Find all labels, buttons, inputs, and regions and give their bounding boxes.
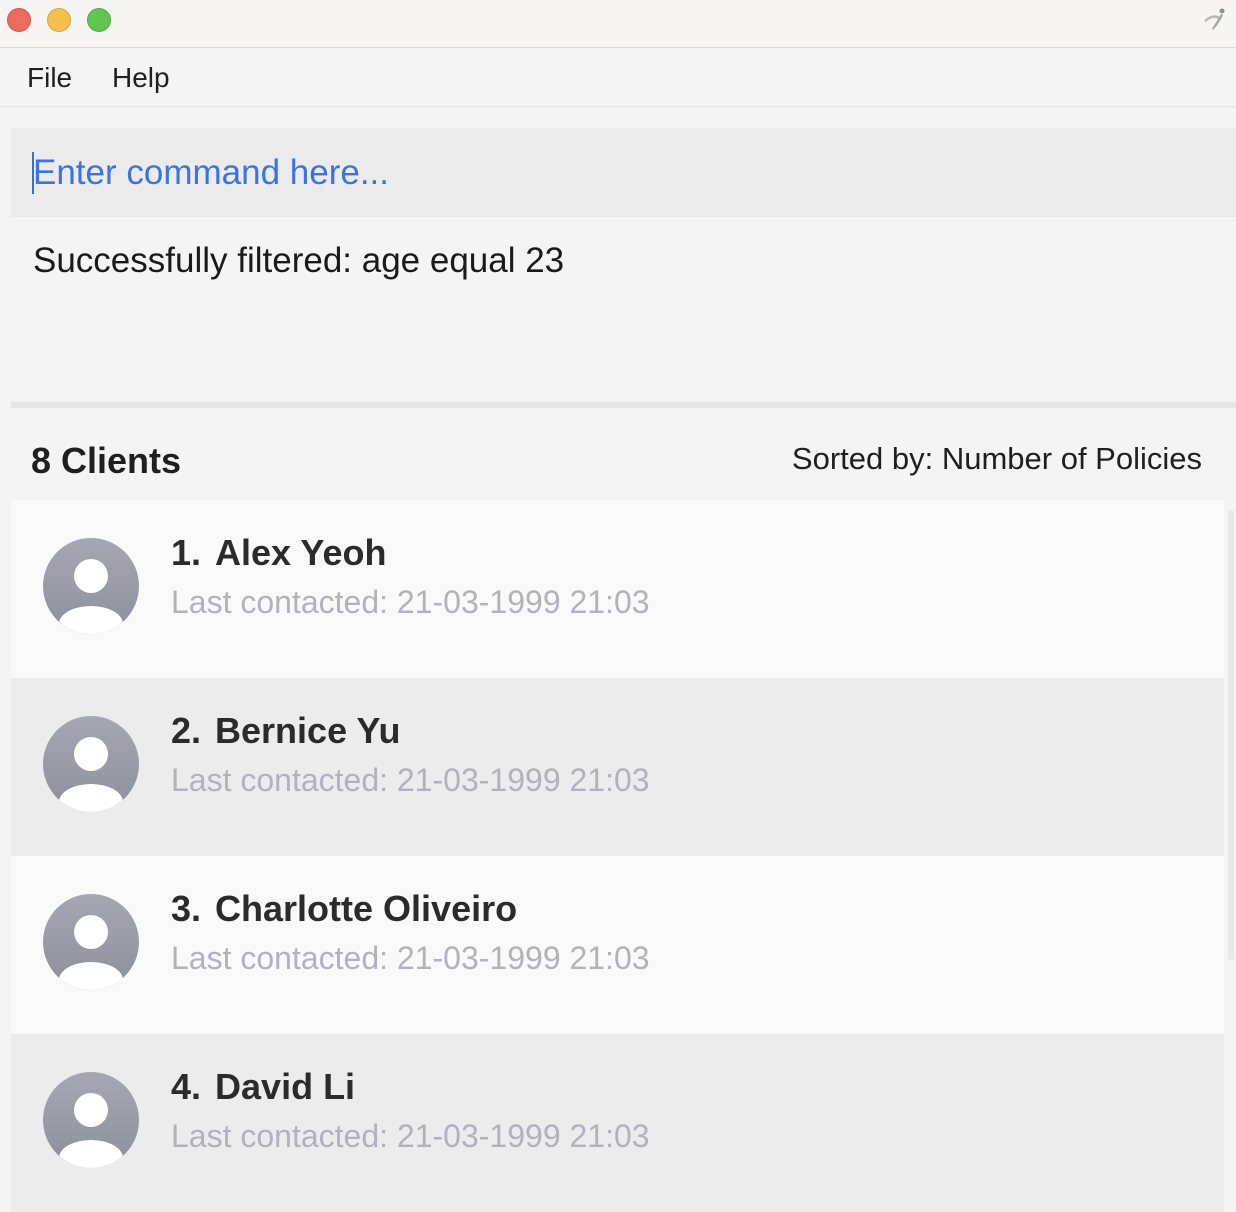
client-index: 4. [171,1066,202,1107]
client-card[interactable]: 1. Alex Yeoh Last contacted: 21-03-1999 2… [11,500,1224,678]
last-contacted: Last contacted: 21-03-1999 21:03 [171,762,650,798]
client-name-row: 2. Bernice Yu [171,710,400,752]
client-name: David Li [215,1066,356,1107]
client-index: 2. [171,710,202,751]
menu-file[interactable]: File [27,62,72,94]
result-display: Successfully filtered: age equal 23 [11,217,1236,402]
menu-bar: File Help [0,48,1236,107]
client-card[interactable]: 3. Charlotte Oliveiro Last contacted: 21-… [11,856,1224,1034]
app-logo-icon [1204,8,1225,30]
command-box [11,128,1236,217]
title-bar [0,0,1236,48]
clients-count: 8 Clients [31,440,182,481]
last-contacted: Last contacted: 21-03-1999 21:03 [171,1118,650,1154]
result-message: Successfully filtered: age equal 23 [33,241,565,280]
client-card[interactable]: 4. David Li Last contacted: 21-03-1999 21… [11,1034,1224,1212]
close-window-button[interactable] [7,8,31,32]
command-input[interactable] [33,150,1213,196]
client-name: Alex Yeoh [215,532,387,573]
list-scrollbar[interactable] [1228,510,1234,960]
menu-help[interactable]: Help [112,62,170,94]
text-caret [32,152,34,194]
client-index: 1. [171,532,202,573]
avatar-icon [43,716,139,812]
client-card[interactable]: 2. Bernice Yu Last contacted: 21-03-1999 … [11,678,1224,856]
last-contacted: Last contacted: 21-03-1999 21:03 [171,584,650,620]
avatar-icon [43,538,139,634]
maximize-window-button[interactable] [87,8,111,32]
client-list[interactable]: 1. Alex Yeoh Last contacted: 21-03-1999 2… [11,500,1224,1212]
last-contacted: Last contacted: 21-03-1999 21:03 [171,940,650,976]
minimize-window-button[interactable] [47,8,71,32]
client-name: Charlotte Oliveiro [215,888,518,929]
client-name-row: 4. David Li [171,1066,355,1108]
sort-indicator: Sorted by: Number of Policies [791,441,1202,476]
client-name: Bernice Yu [215,710,401,751]
client-name-row: 1. Alex Yeoh [171,532,386,574]
client-name-row: 3. Charlotte Oliveiro [171,888,517,930]
avatar-icon [43,1072,139,1168]
avatar-icon [43,894,139,990]
client-index: 3. [171,888,202,929]
section-divider [11,402,1236,408]
